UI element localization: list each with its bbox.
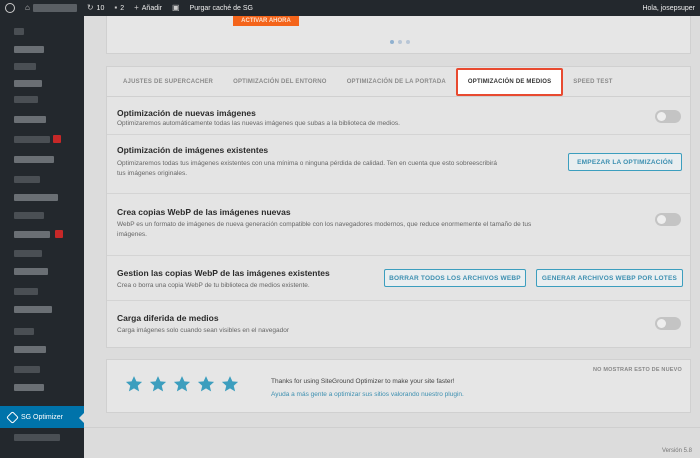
sidebar-item-redacted[interactable]	[14, 250, 42, 257]
sidebar-item-sg-optimizer[interactable]: SG Optimizer	[0, 406, 84, 428]
sidebar-item-redacted[interactable]	[14, 96, 38, 103]
greeting-text: Hola, josepsuper	[642, 4, 695, 12]
sidebar-item-redacted[interactable]	[14, 384, 44, 391]
sidebar-item-redacted[interactable]	[14, 366, 40, 373]
wp-logo-menu[interactable]	[0, 0, 20, 16]
sidebar-item-redacted[interactable]	[14, 116, 46, 123]
setting-description: Optimizaremos todas tus imágenes existen…	[117, 160, 497, 167]
tab-frontend-optimization[interactable]: OPTIMIZACIÓN DE LA PORTADA	[337, 67, 456, 97]
main-content: ACTIVAR AHORA AJUSTES DE SUPERCACHER OPT…	[84, 16, 700, 458]
updates-count: 10	[96, 4, 105, 12]
sidebar-item-redacted[interactable]	[14, 194, 58, 201]
comments-menu[interactable]: ▪ 2	[109, 0, 129, 16]
setting-description: WebP es un formato de imágenes de nueva …	[117, 221, 532, 228]
setting-description: Crea o borra una copia WebP de tu biblio…	[117, 282, 310, 289]
updates-icon: ↻	[86, 3, 94, 12]
sg-optimizer-icon	[6, 410, 19, 424]
my-account-menu[interactable]: Hola, josepsuper	[637, 0, 700, 16]
plus-icon: +	[134, 3, 139, 12]
notification-badge	[55, 230, 63, 238]
sidebar-item-redacted[interactable]	[14, 434, 60, 441]
updates-menu[interactable]: ↻ 10	[82, 0, 110, 16]
tab-media-optimization[interactable]: OPTIMIZACIÓN DE MEDIOS	[455, 67, 564, 96]
add-new-label: Añadir	[141, 4, 162, 12]
tab-speed-test[interactable]: SPEED TEST	[563, 67, 622, 97]
new-content-menu[interactable]: + Añadir	[129, 0, 167, 16]
carousel-dot[interactable]	[405, 40, 410, 44]
plugin-menu[interactable]: ▣	[167, 0, 185, 16]
rating-stars	[125, 375, 239, 393]
setting-row-new-images: Optimización de nuevas imágenes Optimiza…	[107, 97, 690, 135]
sidebar-item-redacted[interactable]	[14, 156, 54, 163]
star-icon[interactable]	[173, 375, 191, 393]
star-icon[interactable]	[149, 375, 167, 393]
sidebar-item-redacted[interactable]	[14, 28, 24, 35]
lazy-load-toggle[interactable]	[655, 317, 681, 330]
home-icon: ⌂	[25, 3, 30, 12]
sidebar-item-redacted[interactable]	[14, 80, 42, 87]
setting-description: Optimizaremos automáticamente todas las …	[117, 120, 400, 127]
setting-description: Carga imágenes solo cuando sean visibles…	[117, 327, 289, 334]
star-icon[interactable]	[221, 375, 239, 393]
site-name-menu[interactable]: ⌂	[20, 0, 82, 16]
star-icon[interactable]	[125, 375, 143, 393]
sidebar-item-redacted[interactable]	[14, 176, 40, 183]
sidebar-item-redacted[interactable]	[14, 268, 48, 275]
setting-title: Crea copias WebP de las imágenes nuevas	[117, 207, 291, 217]
sidebar-item-redacted[interactable]	[14, 231, 50, 238]
purge-cache-button[interactable]: Purgar caché de SG	[185, 0, 258, 16]
rating-card: Thanks for using SiteGround Optimizer to…	[106, 359, 691, 413]
site-name-redacted	[32, 4, 77, 12]
settings-tabs: AJUSTES DE SUPERCACHER OPTIMIZACIÓN DEL …	[107, 67, 690, 97]
version-text: Versión 5.8	[661, 448, 692, 454]
admin-sidebar: SG Optimizer	[0, 16, 84, 458]
divider	[84, 427, 700, 428]
setting-title: Gestion las copias WebP de las imágenes …	[117, 268, 330, 278]
webp-new-toggle[interactable]	[655, 213, 681, 226]
start-optimization-button[interactable]: EMPEZAR LA OPTIMIZACIÓN	[568, 153, 682, 171]
tab-supercacher[interactable]: AJUSTES DE SUPERCACHER	[113, 67, 223, 97]
dismiss-rating-link[interactable]: NO MOSTRAR ESTO DE NUEVO	[593, 367, 682, 373]
sidebar-item-redacted[interactable]	[14, 288, 38, 295]
delete-webp-button[interactable]: BORRAR TODOS LOS ARCHIVOS WEBP	[384, 269, 526, 287]
admin-bar: ⌂ ↻ 10 ▪ 2 + Añadir ▣ Purgar caché de SG…	[0, 0, 700, 16]
comments-count: 2	[120, 4, 125, 12]
setting-row-existing-images: Optimización de imágenes existentes Opti…	[107, 135, 690, 194]
sidebar-item-redacted[interactable]	[14, 63, 36, 70]
setting-title: Optimización de imágenes existentes	[117, 145, 269, 155]
sidebar-item-redacted[interactable]	[14, 212, 44, 219]
carousel-dot[interactable]	[397, 40, 402, 44]
setting-title: Optimización de nuevas imágenes	[117, 108, 256, 118]
purge-cache-label: Purgar caché de SG	[189, 4, 253, 12]
sidebar-item-redacted[interactable]	[14, 328, 34, 335]
rating-link[interactable]: Ayuda a más gente a optimizar sus sitios…	[271, 391, 464, 398]
sidebar-item-redacted[interactable]	[14, 46, 44, 53]
promo-banner: ACTIVAR AHORA	[106, 16, 691, 54]
tab-environment-optimization[interactable]: OPTIMIZACIÓN DEL ENTORNO	[223, 67, 337, 97]
new-images-toggle[interactable]	[655, 110, 681, 123]
carousel-dots	[107, 40, 692, 44]
setting-description-cont: tus imágenes originales.	[117, 170, 188, 177]
setting-title: Carga diferida de medios	[117, 313, 219, 323]
sidebar-item-label: SG Optimizer	[21, 413, 64, 421]
notification-badge	[53, 135, 61, 143]
sidebar-item-redacted[interactable]	[14, 346, 46, 353]
sidebar-item-redacted[interactable]	[14, 136, 50, 143]
settings-panel: AJUSTES DE SUPERCACHER OPTIMIZACIÓN DEL …	[106, 66, 691, 348]
setting-row-webp-existing: Gestion las copias WebP de las imágenes …	[107, 256, 690, 301]
activate-now-button[interactable]: ACTIVAR AHORA	[233, 16, 299, 26]
setting-row-lazy-load: Carga diferida de medios Carga imágenes …	[107, 301, 690, 347]
sidebar-item-redacted[interactable]	[14, 306, 52, 313]
wordpress-icon	[5, 3, 15, 13]
carousel-dot-active[interactable]	[389, 40, 394, 44]
setting-row-webp-new: Crea copias WebP de las imágenes nuevas …	[107, 194, 690, 256]
generate-webp-button[interactable]: GENERAR ARCHIVOS WEBP POR LOTES	[536, 269, 683, 287]
rating-thanks-text: Thanks for using SiteGround Optimizer to…	[271, 378, 455, 385]
setting-description-cont: imágenes.	[117, 231, 147, 238]
star-icon[interactable]	[197, 375, 215, 393]
plugin-icon: ▣	[172, 3, 180, 12]
comment-icon: ▪	[114, 3, 118, 12]
